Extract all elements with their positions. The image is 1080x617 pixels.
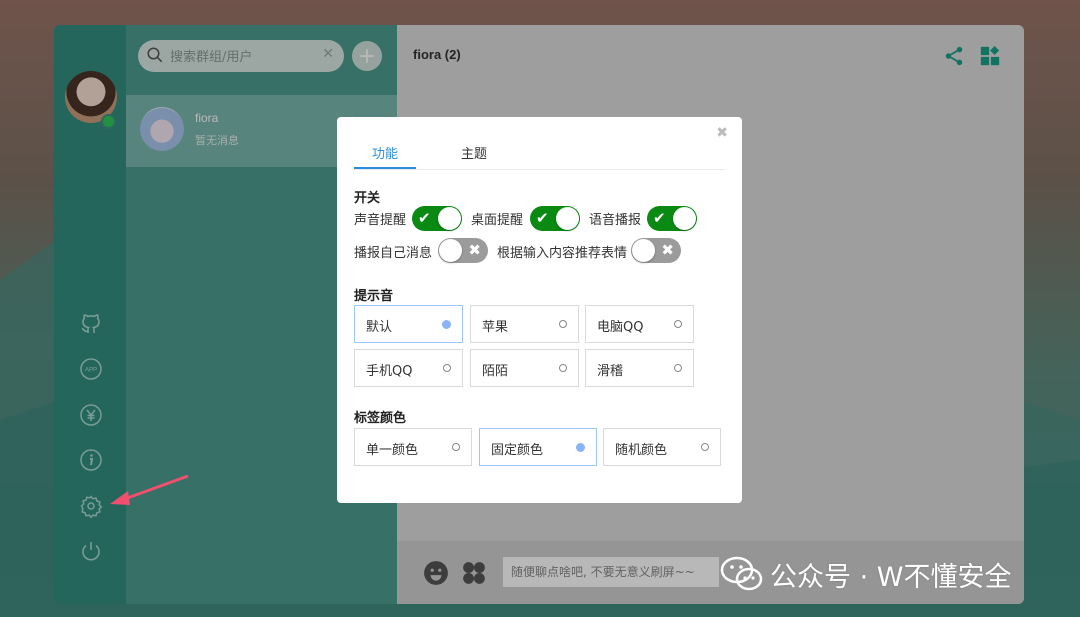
sound-option-label: 陌陌 [482, 364, 509, 379]
radio-indicator [559, 320, 567, 328]
tag-color-fixed[interactable]: 固定颜色 [479, 428, 597, 466]
wechat-logo-icon [720, 556, 763, 591]
switch-section-title: 开关 [354, 191, 381, 206]
sound-option-label: 手机QQ [366, 364, 413, 379]
voice-broadcast-toggle[interactable]: ✔ [647, 206, 697, 231]
radio-indicator [452, 443, 460, 451]
tag-color-label: 随机颜色 [615, 443, 668, 458]
watermark-text: 公众号 · W不懂安全 [770, 561, 1012, 593]
tag-color-label: 单一颜色 [366, 443, 419, 458]
sound-option-default[interactable]: 默认 [354, 305, 463, 343]
sound-option-label: 默认 [366, 320, 393, 335]
radio-indicator [701, 443, 709, 451]
settings-tabs: 功能 主题 [354, 137, 725, 170]
sound-option-label: 电脑QQ [597, 320, 644, 335]
tag-color-random[interactable]: 随机颜色 [603, 428, 721, 466]
tab-theme[interactable]: 主题 [461, 143, 487, 162]
radio-indicator [559, 364, 567, 372]
sound-alert-label: 声音提醒 [354, 213, 407, 228]
emoji-suggest-toggle[interactable]: ✖ [631, 238, 681, 263]
settings-dialog: ✖ 功能 主题 开关 声音提醒 ✔ 桌面提醒 ✔ 语音播报 ✔ 播报自己消息 ✖… [337, 117, 742, 503]
emoji-suggest-label: 根据输入内容推荐表情 [497, 246, 628, 261]
sound-option-momo[interactable]: 陌陌 [470, 349, 579, 387]
broadcast-own-label: 播报自己消息 [354, 246, 433, 261]
sound-option-label: 苹果 [482, 320, 509, 335]
sound-option-mobile-qq[interactable]: 手机QQ [354, 349, 463, 387]
tag-color-single[interactable]: 单一颜色 [354, 428, 472, 466]
radio-indicator [674, 364, 682, 372]
sound-option-funny[interactable]: 滑稽 [585, 349, 694, 387]
voice-broadcast-label: 语音播报 [589, 213, 642, 228]
tag-color-label: 固定颜色 [491, 443, 544, 458]
annotation-arrow [110, 474, 189, 505]
active-tab-indicator [354, 167, 416, 169]
radio-indicator [576, 443, 585, 452]
tab-features[interactable]: 功能 [372, 143, 398, 162]
broadcast-own-toggle[interactable]: ✖ [438, 238, 488, 263]
sound-option-pc-qq[interactable]: 电脑QQ [585, 305, 694, 343]
radio-indicator [674, 320, 682, 328]
sound-option-label: 滑稽 [597, 364, 624, 379]
sound-section-title: 提示音 [354, 289, 394, 304]
sound-option-apple[interactable]: 苹果 [470, 305, 579, 343]
radio-indicator [443, 364, 451, 372]
desktop-alert-toggle[interactable]: ✔ [530, 206, 580, 231]
tag-color-section-title: 标签颜色 [354, 411, 407, 426]
desktop-alert-label: 桌面提醒 [471, 213, 524, 228]
watermark: 公众号 · W不懂安全 [720, 552, 1011, 596]
radio-indicator [442, 320, 451, 329]
sound-alert-toggle[interactable]: ✔ [412, 206, 462, 231]
